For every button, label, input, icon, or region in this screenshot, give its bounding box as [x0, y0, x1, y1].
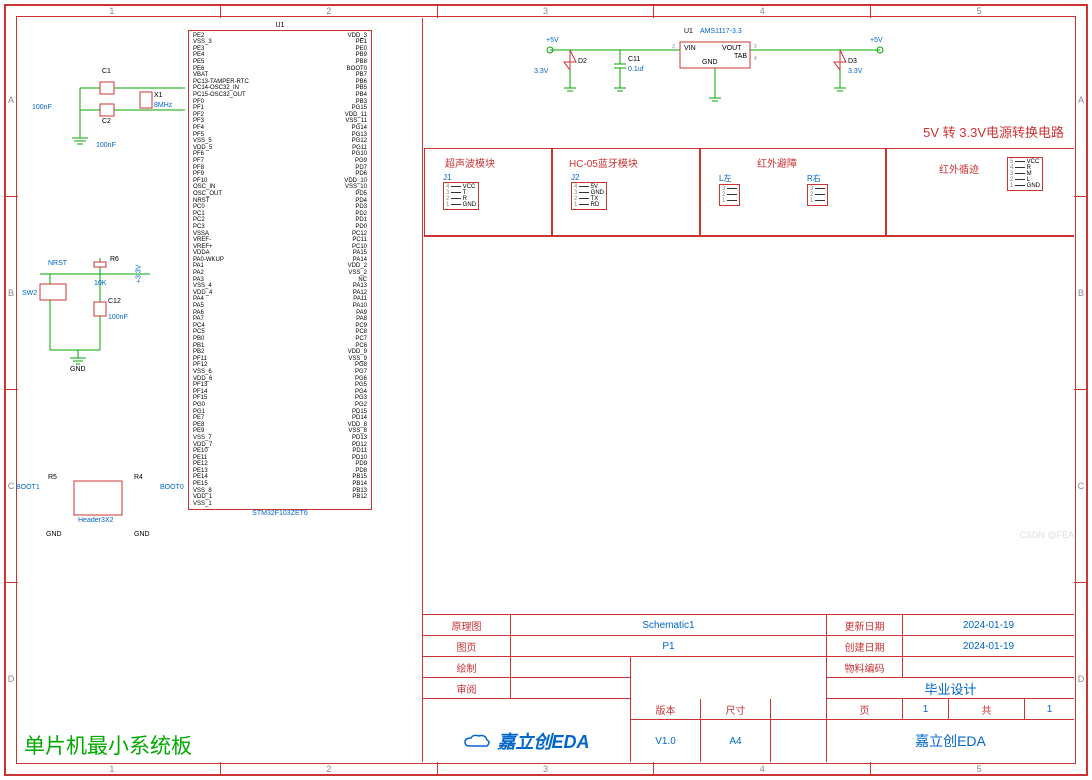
tb-page-num: 1 [903, 699, 949, 720]
r6-ref: R6 [110, 256, 119, 264]
c11-ref: C11 [628, 56, 640, 64]
d3-val: 3.3V [848, 68, 862, 76]
power-circuit: +5V +5V VIN VOUT TAB GND 3 2 4 U1 AMS111… [540, 30, 940, 143]
tb-company: 嘉立创EDA [827, 720, 1074, 762]
c2-val: 100nF [96, 142, 116, 150]
r5-ref: R5 [48, 474, 57, 482]
lower-divider [424, 236, 1074, 237]
ruler-bottom: 12345 [4, 762, 1088, 776]
mcu-part: STM32F103ZET6 [188, 510, 372, 518]
tb-page-value: P1 [511, 636, 827, 657]
tb-update-label: 更新日期 [827, 615, 903, 636]
d2-ref: D2 [578, 58, 587, 66]
sw2-ref: SW2 [22, 290, 37, 298]
nrst-label: NRST [48, 260, 67, 268]
svg-text:VOUT: VOUT [722, 45, 742, 52]
u1-part: AMS1117-3.3 [700, 28, 742, 36]
watermark: CSDN @FEA [1019, 530, 1074, 540]
boot-part: Header3X2 [78, 517, 113, 525]
tb-total-num: 1 [1025, 699, 1074, 720]
tb-logo: 嘉立创EDA [423, 720, 631, 762]
svg-text:3: 3 [672, 44, 675, 50]
bluetooth-module: HC-05蓝牙模块 J2 4 5V3 GND2 TX1 RD [552, 148, 700, 236]
tb-project: 毕业设计 [827, 678, 1074, 699]
boot-gnd-l: GND [46, 531, 62, 539]
reset-v: +3.3V [135, 265, 143, 284]
tb-version-label: 版本 [631, 699, 701, 720]
svg-text:GND: GND [702, 59, 718, 66]
ultrasonic-title: 超声波模块 [445, 155, 495, 170]
svg-text:+5V: +5V [870, 37, 883, 44]
reset-gnd: GND [70, 366, 86, 374]
crystal-circuit: C1 100nF C2 100nF X1 8MHz [60, 70, 190, 153]
tb-draw-label: 绘制 [423, 657, 511, 678]
mcu-block: U1 PE2VDD_3VSS_3PE1PE3PE0PE4PB9PE5PB8PE6… [188, 22, 372, 518]
ruler-right: ABCD [1074, 4, 1088, 776]
r4-ref: R4 [134, 474, 143, 482]
crystal-svg [60, 70, 190, 150]
tb-schematic-label: 原理图 [423, 615, 511, 636]
c11-val: 0.1uf [628, 66, 644, 74]
tb-total-lbl: 共 [949, 699, 1025, 720]
bt-title: HC-05蓝牙模块 [569, 155, 638, 170]
boot-gnd-r: GND [134, 531, 150, 539]
ultrasonic-module: 超声波模块 J1 4 VCC3 T2 R1 GND [424, 148, 552, 236]
ruler-left: ABCD [4, 4, 18, 776]
svg-text:TAB: TAB [734, 53, 747, 60]
svg-text:4: 4 [754, 56, 757, 62]
tb-page-label: 图页 [423, 636, 511, 657]
tb-review-label: 审阅 [423, 678, 511, 699]
ir-right-ref: R右 [807, 173, 828, 184]
j1-ref: J1 [443, 173, 479, 182]
ir-track-module: 红外循迹 5 VCC4 R3 M2 L1 GND [886, 148, 1074, 236]
boot-header-circuit: 12 34 56 +3.3V +3.3V BOOT1 BOOT0 R5 R4 G… [26, 463, 186, 546]
c1-ref: C1 [102, 68, 111, 76]
d2-val: 3.3V [534, 68, 548, 76]
tb-version: V1.0 [631, 720, 701, 762]
c12-ref: C12 [108, 298, 121, 306]
main-title: 单片机最小系统板 [24, 735, 192, 758]
tb-draw-value [511, 657, 631, 678]
mcu-ref: U1 [188, 22, 372, 30]
boot1-label: BOOT1 [16, 484, 40, 492]
reset-circuit: NRST R6 10K +3.3V SW2 C12 100nF GND [30, 258, 170, 376]
ruler-top: 12345 [4, 4, 1088, 18]
c1-val: 100nF [32, 104, 52, 112]
tb-create-value: 2024-01-19 [903, 636, 1074, 657]
j2-ref: J2 [571, 173, 607, 182]
ir-left-ref: L左 [719, 173, 740, 184]
tb-update-value: 2024-01-19 [903, 615, 1074, 636]
tb-size: A4 [701, 720, 771, 762]
u1-ref: U1 [684, 28, 693, 36]
ir-avoid-module: 红外避障 L左 3 2 1 R右 3 2 1 [700, 148, 886, 236]
tb-page-lbl: 页 [827, 699, 903, 720]
tb-size-label: 尺寸 [701, 699, 771, 720]
boot0-label: BOOT0 [160, 484, 184, 492]
ir-track-title: 红外循迹 [939, 161, 979, 176]
ir-avoid-title: 红外避障 [757, 155, 797, 170]
c12-val: 100nF [108, 314, 128, 322]
svg-text:+5V: +5V [546, 37, 559, 44]
x1-ref: X1 [154, 92, 163, 100]
c2-ref: C2 [102, 118, 111, 126]
power-title: 5V 转 3.3V电源转换电路 [923, 126, 1064, 140]
svg-text:VIN: VIN [684, 45, 696, 52]
d3-ref: D3 [848, 58, 857, 66]
power-svg: +5V +5V VIN VOUT TAB GND 3 2 4 [540, 30, 940, 140]
tb-create-label: 创建日期 [827, 636, 903, 657]
tb-material-label: 物料编码 [827, 657, 903, 678]
svg-text:2: 2 [754, 44, 757, 50]
title-block: 原理图 Schematic1 更新日期 2024-01-19 图页 P1 创建日… [422, 614, 1074, 762]
reset-svg [30, 258, 170, 373]
r6-val: 10K [94, 280, 106, 288]
tb-schematic-value: Schematic1 [511, 615, 827, 636]
x1-freq: 8MHz [154, 102, 172, 110]
